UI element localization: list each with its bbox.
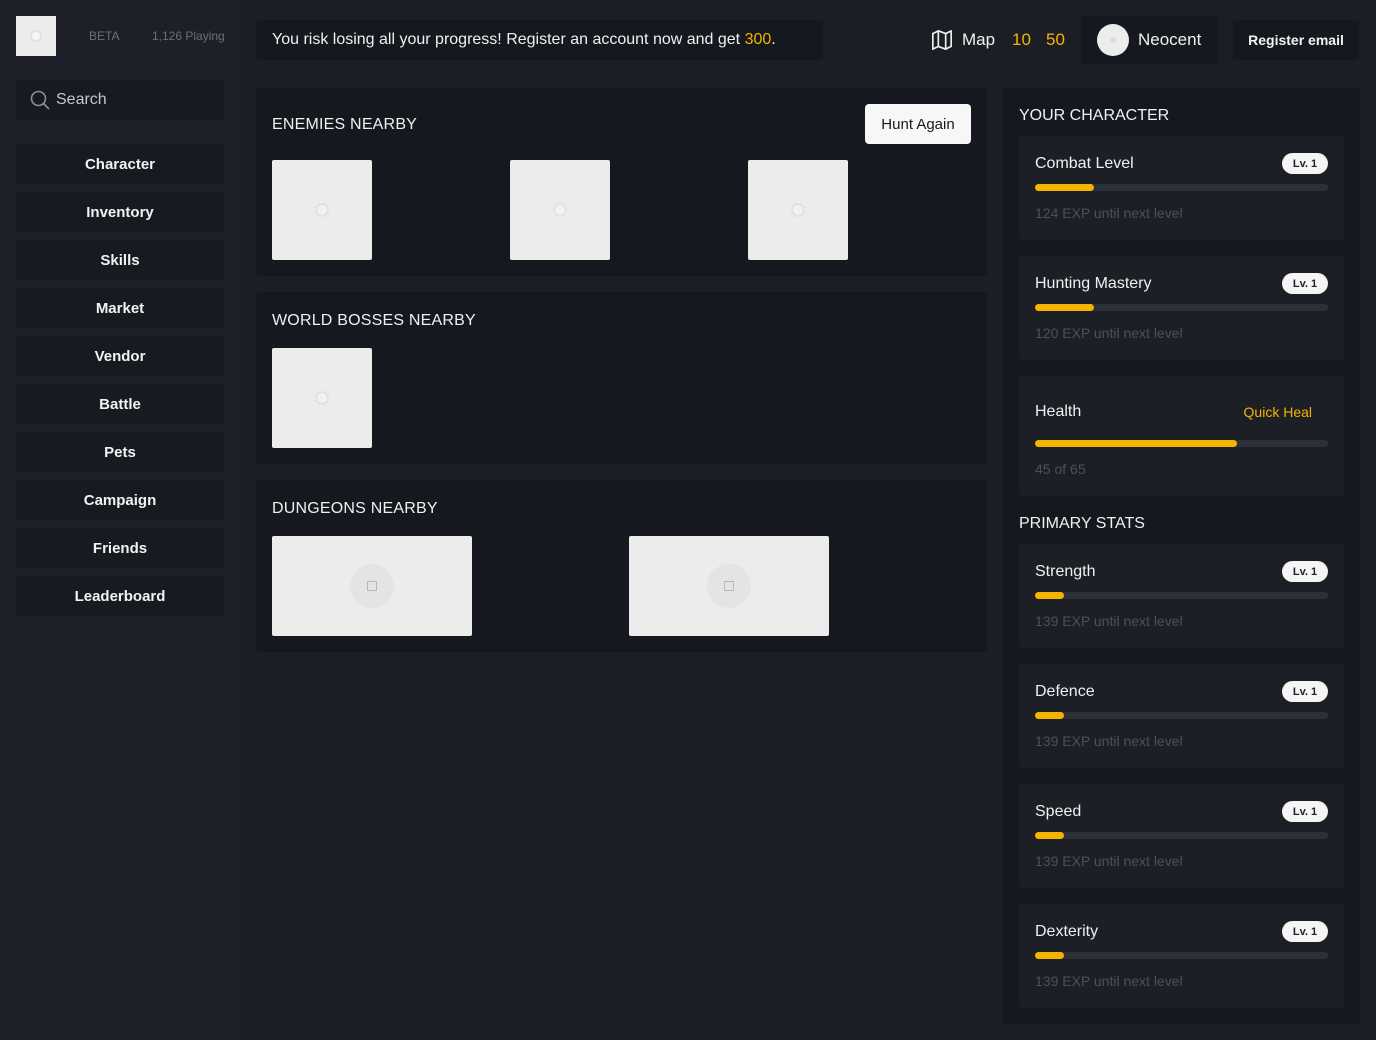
health-label: Health — [1035, 403, 1082, 420]
stat-card-speed: Speed Lv. 1 139 EXP until next level — [1019, 784, 1344, 888]
level-badge: Lv. 1 — [1282, 561, 1328, 582]
banner-reward: 300 — [744, 31, 772, 48]
register-banner[interactable]: You risk losing all your progress! Regis… — [256, 20, 823, 60]
health-value: 45 of 65 — [1035, 461, 1086, 477]
sidebar: BETA 1,126 Playing Character Inventory S… — [0, 0, 240, 1040]
sidebar-item-pets[interactable]: Pets — [16, 432, 224, 472]
hunt-again-button[interactable]: Hunt Again — [865, 104, 971, 144]
players-online: 1,126 Playing — [152, 29, 225, 43]
character-panel: YOUR CHARACTER Combat Level Lv. 1 124 EX… — [1003, 88, 1360, 1024]
hunting-mastery-label: Hunting Mastery — [1035, 275, 1152, 292]
banner-end: . — [771, 31, 776, 48]
banner-text: You risk losing all your progress! Regis… — [272, 31, 741, 48]
quick-heal-button[interactable]: Quick Heal — [1244, 404, 1312, 420]
dungeons-panel: DUNGEONS NEARBY — [256, 480, 987, 652]
sidebar-item-vendor[interactable]: Vendor — [16, 336, 224, 376]
stat-note: 139 EXP until next level — [1035, 853, 1183, 869]
combat-level-card: Combat Level Lv. 1 124 EXP until next le… — [1019, 136, 1344, 240]
logo[interactable] — [16, 16, 56, 56]
image-placeholder-icon — [707, 564, 751, 608]
stat-note: 139 EXP until next level — [1035, 973, 1183, 989]
register-email-button[interactable]: Register email — [1233, 20, 1359, 60]
user-profile-button[interactable]: Neocent — [1081, 16, 1218, 64]
health-progress — [1035, 440, 1328, 447]
hunting-mastery-note: 120 EXP until next level — [1035, 325, 1183, 341]
image-placeholder-icon — [315, 391, 329, 405]
hunting-mastery-card: Hunting Mastery Lv. 1 120 EXP until next… — [1019, 256, 1344, 360]
enemy-card-2[interactable] — [510, 160, 610, 260]
stat-progress — [1035, 712, 1328, 719]
level-badge: Lv. 1 — [1282, 801, 1328, 822]
level-badge: Lv. 1 — [1282, 273, 1328, 294]
stat-note: 139 EXP until next level — [1035, 733, 1183, 749]
sidebar-nav: Character Inventory Skills Market Vendor… — [16, 144, 224, 624]
map-label: Map — [962, 30, 996, 49]
world-bosses-title: WORLD BOSSES NEARBY — [272, 312, 476, 329]
sidebar-item-campaign[interactable]: Campaign — [16, 480, 224, 520]
avatar — [1097, 24, 1129, 56]
stat-label: Dexterity — [1035, 923, 1099, 940]
stat-progress — [1035, 952, 1328, 959]
map-button[interactable]: Map — [931, 28, 995, 52]
dungeon-card-2[interactable] — [629, 536, 829, 636]
stat-progress — [1035, 592, 1328, 599]
sidebar-item-skills[interactable]: Skills — [16, 240, 224, 280]
stat-progress — [1035, 832, 1328, 839]
image-placeholder-icon — [553, 203, 567, 217]
stat-card-strength: Strength Lv. 1 139 EXP until next level — [1019, 544, 1344, 648]
currency-gems: 50 — [1046, 30, 1065, 49]
search-box[interactable] — [16, 80, 224, 120]
image-placeholder-icon — [350, 564, 394, 608]
sidebar-item-leaderboard[interactable]: Leaderboard — [16, 576, 224, 616]
currency-gold: 10 — [1012, 30, 1031, 49]
sidebar-item-inventory[interactable]: Inventory — [16, 192, 224, 232]
stat-label: Strength — [1035, 563, 1096, 580]
username: Neocent — [1138, 30, 1202, 49]
enemy-card-3[interactable] — [748, 160, 848, 260]
level-badge: Lv. 1 — [1282, 921, 1328, 942]
sidebar-item-battle[interactable]: Battle — [16, 384, 224, 424]
boss-card-1[interactable] — [272, 348, 372, 448]
stat-card-defence: Defence Lv. 1 139 EXP until next level — [1019, 664, 1344, 768]
enemies-title: ENEMIES NEARBY — [272, 116, 418, 133]
health-card: Health Quick Heal 45 of 65 — [1019, 376, 1344, 496]
your-character-title: YOUR CHARACTER — [1019, 107, 1170, 124]
combat-level-label: Combat Level — [1035, 155, 1134, 172]
beta-label: BETA — [89, 29, 120, 43]
sidebar-item-character[interactable]: Character — [16, 144, 224, 184]
sidebar-item-market[interactable]: Market — [16, 288, 224, 328]
stat-note: 139 EXP until next level — [1035, 613, 1183, 629]
enemy-card-1[interactable] — [272, 160, 372, 260]
stat-label: Speed — [1035, 803, 1082, 820]
primary-stats-title: PRIMARY STATS — [1019, 515, 1145, 532]
hunting-mastery-progress — [1035, 304, 1328, 311]
search-icon — [30, 90, 50, 110]
sidebar-item-friends[interactable]: Friends — [16, 528, 224, 568]
map-icon — [932, 30, 952, 50]
image-placeholder-icon — [315, 203, 329, 217]
enemies-panel: ENEMIES NEARBY Hunt Again — [256, 88, 987, 276]
image-placeholder-icon — [791, 203, 805, 217]
combat-level-note: 124 EXP until next level — [1035, 205, 1183, 221]
combat-level-progress — [1035, 184, 1328, 191]
level-badge: Lv. 1 — [1282, 681, 1328, 702]
world-bosses-panel: WORLD BOSSES NEARBY — [256, 292, 987, 464]
stat-label: Defence — [1035, 683, 1095, 700]
stat-card-dexterity: Dexterity Lv. 1 139 EXP until next level — [1019, 904, 1344, 1008]
dungeon-card-1[interactable] — [272, 536, 472, 636]
level-badge: Lv. 1 — [1282, 153, 1328, 174]
search-input[interactable] — [56, 91, 216, 109]
dungeons-title: DUNGEONS NEARBY — [272, 500, 438, 517]
